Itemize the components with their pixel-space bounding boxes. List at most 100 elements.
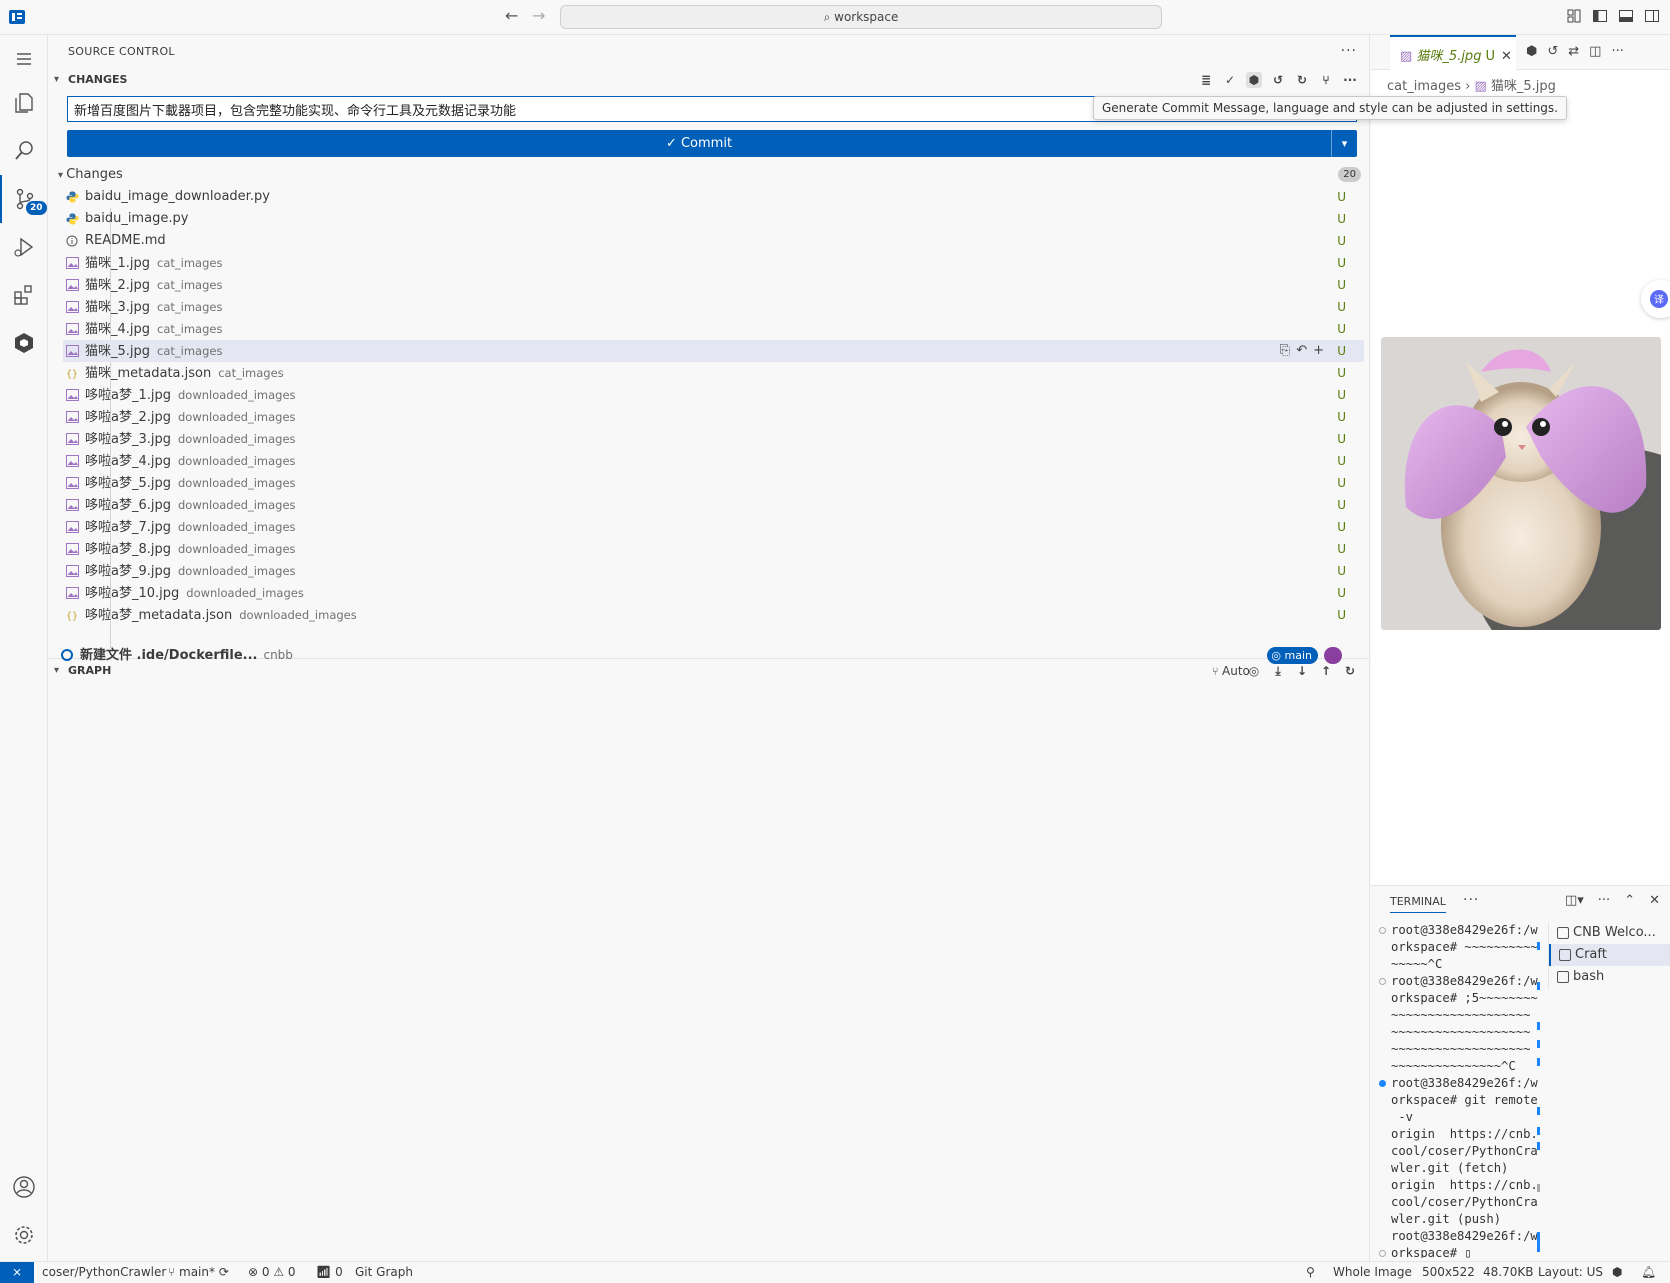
file-row[interactable]: {} 哆啦a梦_metadata.json downloaded_images U — [63, 604, 1364, 626]
file-row[interactable]: 猫咪_3.jpg cat_images U — [63, 296, 1364, 318]
run-debug-icon[interactable] — [0, 223, 48, 271]
file-row[interactable]: 哆啦a梦_6.jpg downloaded_images U — [63, 494, 1364, 516]
commit-check-icon[interactable]: ✓ — [1222, 72, 1238, 88]
file-row[interactable]: 哆啦a梦_2.jpg downloaded_images U — [63, 406, 1364, 428]
forward-arrow-icon[interactable]: → — [532, 6, 545, 25]
refresh-icon[interactable]: ↻ — [1294, 72, 1310, 88]
cnb-extension-icon[interactable] — [0, 319, 48, 367]
changes-section-header[interactable]: ▾ CHANGES ≣ ✓ ⬢ ↺ ↻ ⑂ ··· — [48, 69, 1370, 91]
file-row[interactable]: baidu_image_downloader.py U — [63, 186, 1364, 208]
branch-badge[interactable]: ◎ main — [1267, 647, 1318, 664]
file-row[interactable]: 猫咪_2.jpg cat_images U — [63, 274, 1364, 296]
discard-changes-icon[interactable]: ↶ — [1296, 340, 1307, 362]
svg-text:{}: {} — [66, 369, 78, 379]
notifications-bell-icon[interactable]: 🔔︎ — [1641, 1262, 1656, 1282]
cnb-icon[interactable]: ⬢ — [1526, 44, 1537, 59]
graph-commit-row[interactable]: 新建文件 .ide/Dockerfile... cnbb ◎ main — [58, 644, 1364, 666]
graph-icon[interactable]: ⑂ — [1318, 72, 1334, 88]
source-control-icon[interactable]: 20 — [0, 175, 48, 223]
file-row[interactable]: baidu_image.py U — [63, 208, 1364, 230]
file-row[interactable]: README.md U — [63, 230, 1364, 252]
file-row[interactable]: 猫咪_5.jpg cat_images ⎘ ↶ + U — [63, 340, 1364, 362]
command-decoration-icon[interactable] — [1379, 978, 1386, 985]
terminal-line: orkspace# ;5~~~~~~~~ — [1391, 991, 1538, 1005]
commit-button-main[interactable]: ✓ Commit — [67, 130, 1331, 157]
status-layout[interactable]: Layout: US — [1538, 1262, 1603, 1282]
status-repo[interactable]: coser/PythonCrawler — [42, 1262, 166, 1282]
file-row[interactable]: {} 猫咪_metadata.json cat_images U — [63, 362, 1364, 384]
terminal-line: cool/coser/PythonCra — [1391, 1195, 1538, 1209]
more-actions-icon[interactable]: ··· — [1598, 893, 1610, 908]
back-arrow-icon[interactable]: ← — [505, 6, 518, 25]
terminal-tab-item[interactable]: Craft — [1549, 944, 1670, 966]
more-actions-icon[interactable]: ··· — [1611, 44, 1623, 59]
explorer-icon[interactable] — [0, 79, 48, 127]
file-row[interactable]: 哆啦a梦_5.jpg downloaded_images U — [63, 472, 1364, 494]
translate-float-button[interactable]: 译 — [1641, 280, 1670, 318]
branch-icon: ⑂ — [168, 1265, 180, 1279]
terminal-line: orkspace# ~~~~~~~~~~ — [1391, 940, 1538, 954]
file-row[interactable]: 猫咪_1.jpg cat_images U — [63, 252, 1364, 274]
terminal-scrollbar[interactable] — [1537, 922, 1543, 1258]
file-row[interactable]: 哆啦a梦_4.jpg downloaded_images U — [63, 450, 1364, 472]
split-terminal-icon[interactable]: ◫▾ — [1565, 893, 1584, 908]
generate-commit-message-icon[interactable]: ⬢ — [1246, 72, 1262, 88]
file-row[interactable]: 哆啦a梦_7.jpg downloaded_images U — [63, 516, 1364, 538]
file-row[interactable]: 哆啦a梦_9.jpg downloaded_images U — [63, 560, 1364, 582]
commit-dropdown-chevron-icon[interactable]: ▾ — [1331, 130, 1357, 157]
status-git-graph[interactable]: Git Graph — [355, 1262, 413, 1282]
status-problems[interactable]: ⊗ 0 ⚠ 0 — [248, 1262, 296, 1282]
file-row[interactable]: 哆啦a梦_1.jpg downloaded_images U — [63, 384, 1364, 406]
toggle-secondary-sidebar-icon[interactable] — [1644, 8, 1660, 24]
extensions-icon[interactable] — [0, 271, 48, 319]
file-dir: downloaded_images — [178, 388, 296, 402]
close-icon[interactable]: ✕ — [1501, 49, 1512, 64]
split-editor-icon[interactable]: ◫ — [1589, 44, 1601, 59]
status-cnb-icon[interactable]: ⬢ — [1612, 1262, 1622, 1282]
file-row[interactable]: 哆啦a梦_10.jpg downloaded_images U — [63, 582, 1364, 604]
status-ports[interactable]: 📶︎ 0 — [316, 1262, 343, 1282]
changes-group[interactable]: ▾ Changes 20 — [58, 164, 1364, 186]
view-as-list-icon[interactable]: ≣ — [1198, 72, 1214, 88]
file-row[interactable]: 哆啦a梦_8.jpg downloaded_images U — [63, 538, 1364, 560]
terminal-output[interactable]: root@338e8429e26f:/w orkspace# ~~~~~~~~~~… — [1379, 922, 1539, 1258]
menu-icon[interactable] — [0, 35, 48, 83]
open-changes-icon[interactable]: ⇄ — [1568, 44, 1579, 59]
more-actions-icon[interactable]: ··· — [1342, 72, 1358, 88]
maximize-panel-icon[interactable]: ⌃ — [1624, 893, 1635, 908]
customize-layout-icon[interactable] — [1566, 8, 1582, 24]
file-name: 哆啦a梦_9.jpg — [85, 564, 171, 579]
open-file-icon[interactable]: ⎘ — [1280, 340, 1290, 362]
command-center-search[interactable]: ⌕ workspace — [560, 5, 1162, 29]
search-icon[interactable] — [0, 127, 48, 175]
file-name: 哆啦a梦_4.jpg — [85, 454, 171, 469]
accounts-icon[interactable] — [0, 1163, 48, 1211]
panel-more-icon[interactable]: ··· — [1463, 892, 1479, 908]
settings-gear-icon[interactable] — [0, 1211, 48, 1259]
file-dir: downloaded_images — [178, 476, 296, 490]
commit-button[interactable]: ✓ Commit ▾ — [67, 130, 1357, 157]
toggle-primary-sidebar-icon[interactable] — [1592, 8, 1608, 24]
file-row[interactable]: 哆啦a梦_3.jpg downloaded_images U — [63, 428, 1364, 450]
toggle-panel-icon[interactable] — [1618, 8, 1634, 24]
status-pin-icon[interactable]: ⚲ — [1306, 1262, 1315, 1282]
image-file-icon — [66, 543, 79, 555]
more-actions-icon[interactable]: ··· — [1341, 43, 1357, 59]
timeline-icon[interactable]: ↺ — [1547, 44, 1558, 59]
app-logo-icon[interactable] — [8, 8, 26, 26]
stage-plus-icon[interactable]: + — [1313, 340, 1324, 362]
command-decoration-icon[interactable] — [1379, 1250, 1386, 1257]
remote-indicator-icon[interactable]: ⨯ — [0, 1262, 34, 1283]
image-file-icon: ▨ — [1474, 79, 1491, 94]
command-decoration-icon[interactable] — [1379, 1080, 1386, 1087]
command-decoration-icon[interactable] — [1379, 927, 1386, 934]
close-panel-icon[interactable]: ✕ — [1649, 893, 1660, 908]
status-branch[interactable]: ⑂ main* ⟳ — [168, 1262, 229, 1282]
terminal-tab-item[interactable]: bash — [1549, 966, 1670, 988]
terminal-tab-item[interactable]: CNB Welco... — [1549, 922, 1670, 944]
history-icon[interactable]: ↺ — [1270, 72, 1286, 88]
tab-cat-5-jpg[interactable]: ▨ 猫咪_5.jpg U ✕ — [1390, 35, 1516, 70]
status-image-mode[interactable]: Whole Image — [1333, 1262, 1412, 1282]
file-row[interactable]: 猫咪_4.jpg cat_images U — [63, 318, 1364, 340]
tab-terminal[interactable]: TERMINAL — [1390, 895, 1446, 913]
